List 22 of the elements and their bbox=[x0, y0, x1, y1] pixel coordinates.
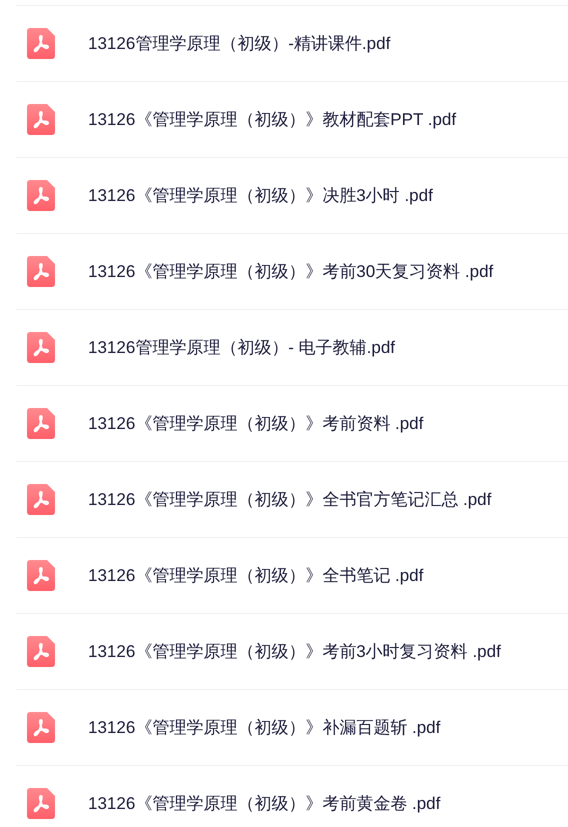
pdf-file-icon bbox=[27, 788, 55, 819]
pdf-file-icon bbox=[27, 180, 55, 211]
file-name[interactable]: 13126管理学原理（初级）-精讲课件.pdf bbox=[88, 30, 390, 56]
file-name[interactable]: 13126《管理学原理（初级）》全书笔记 .pdf bbox=[88, 562, 424, 588]
pdf-file-icon bbox=[27, 636, 55, 667]
pdf-file-icon bbox=[27, 408, 55, 439]
pdf-file-icon bbox=[27, 332, 55, 363]
pdf-file-icon bbox=[27, 484, 55, 515]
pdf-file-icon bbox=[27, 712, 55, 743]
file-name[interactable]: 13126《管理学原理（初级）》补漏百题斩 .pdf bbox=[88, 714, 440, 740]
file-name[interactable]: 13126《管理学原理（初级）》决胜3小时 .pdf bbox=[88, 182, 433, 208]
pdf-file-icon bbox=[27, 104, 55, 135]
file-name[interactable]: 13126《管理学原理（初级）》考前3小时复习资料 .pdf bbox=[88, 638, 501, 664]
pdf-file-icon bbox=[27, 560, 55, 591]
pdf-file-icon bbox=[27, 28, 55, 59]
pdf-file-icon bbox=[27, 256, 55, 287]
file-name[interactable]: 13126《管理学原理（初级）》考前黄金卷 .pdf bbox=[88, 790, 440, 816]
file-name[interactable]: 13126《管理学原理（初级）》考前30天复习资料 .pdf bbox=[88, 258, 494, 284]
file-name[interactable]: 13126《管理学原理（初级）》教材配套PPT .pdf bbox=[88, 106, 456, 132]
file-name[interactable]: 13126《管理学原理（初级）》全书官方笔记汇总 .pdf bbox=[88, 486, 492, 512]
file-name[interactable]: 13126《管理学原理（初级）》考前资料 .pdf bbox=[88, 410, 424, 436]
file-name[interactable]: 13126管理学原理（初级）- 电子教辅.pdf bbox=[88, 334, 396, 360]
